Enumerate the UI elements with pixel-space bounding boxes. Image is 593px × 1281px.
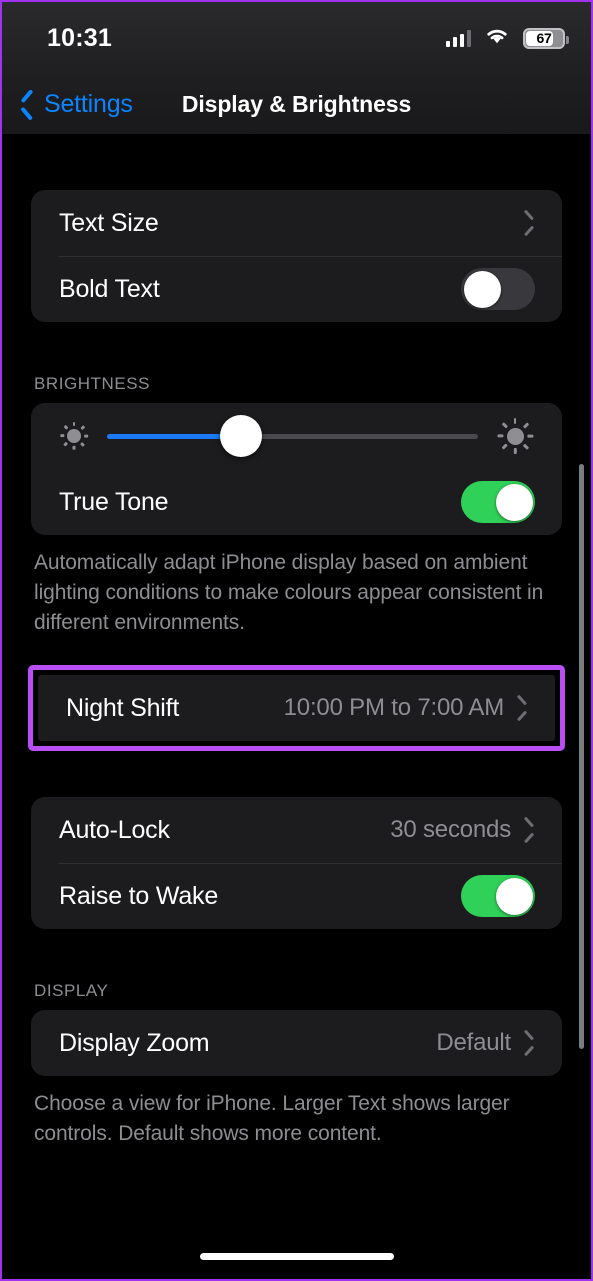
back-button[interactable]: Settings: [19, 90, 133, 119]
row-auto-lock-value: 30 seconds: [390, 816, 511, 844]
row-night-shift-label: Night Shift: [66, 693, 180, 722]
lock-settings-card: Auto-Lock 30 seconds Raise to Wake: [31, 797, 562, 930]
row-display-zoom[interactable]: Display Zoom Default: [31, 1010, 562, 1076]
status-bar-icons: 67: [445, 26, 569, 50]
row-true-tone-label: True Tone: [59, 487, 169, 516]
back-button-label: Settings: [44, 89, 133, 118]
row-true-tone[interactable]: True Tone: [31, 469, 562, 535]
chevron-right-icon: [523, 213, 535, 234]
night-shift-highlight: Night Shift 10:00 PM to 7:00 AM: [28, 665, 565, 752]
row-bold-text-label: Bold Text: [59, 274, 160, 303]
brightness-section-header: BRIGHTNESS: [34, 374, 151, 393]
row-auto-lock-label: Auto-Lock: [59, 815, 170, 844]
display-section-header: DISPLAY: [34, 981, 109, 1001]
row-text-size-label: Text Size: [59, 208, 159, 237]
vertical-scrollbar[interactable]: [579, 464, 584, 1049]
chevron-right-icon: [516, 698, 528, 719]
bold-text-toggle[interactable]: [461, 268, 535, 310]
brightness-card: True Tone: [31, 403, 562, 535]
settings-content: Text Size Bold Text BRIGHTNESS True Tone…: [2, 134, 591, 1279]
brightness-slider-row: [31, 403, 562, 469]
battery-icon: 67: [523, 27, 569, 49]
status-bar-clock: 10:31: [47, 23, 112, 52]
brightness-slider[interactable]: [107, 415, 478, 457]
chevron-right-icon: [523, 1033, 535, 1054]
true-tone-toggle[interactable]: [461, 481, 535, 523]
row-raise-to-wake[interactable]: Raise to Wake: [31, 863, 562, 929]
row-raise-to-wake-label: Raise to Wake: [59, 881, 219, 910]
row-bold-text[interactable]: Bold Text: [31, 256, 562, 322]
text-settings-card: Text Size Bold Text: [31, 190, 562, 322]
iphone-screen: 10:31 67 Settings Display & Brightness T…: [0, 0, 593, 1281]
display-footer-text: Choose a view for iPhone. Larger Text sh…: [34, 1092, 510, 1146]
navigation-bar: Settings Display & Brightness: [2, 74, 591, 134]
wifi-icon: [484, 26, 510, 50]
sun-small-icon: [57, 419, 91, 453]
row-night-shift-value: 10:00 PM to 7:00 AM: [283, 694, 505, 722]
cellular-bars-icon: [445, 29, 471, 47]
brightness-slider-knob[interactable]: [219, 415, 262, 457]
brightness-footer-text: Automatically adapt iPhone display based…: [34, 551, 544, 634]
sun-large-icon: [494, 415, 536, 457]
night-shift-card: Night Shift 10:00 PM to 7:00 AM: [38, 675, 555, 742]
home-indicator[interactable]: [199, 1253, 394, 1260]
row-night-shift[interactable]: Night Shift 10:00 PM to 7:00 AM: [38, 675, 555, 741]
row-auto-lock[interactable]: Auto-Lock 30 seconds: [31, 797, 562, 863]
chevron-right-icon: [523, 820, 535, 841]
row-text-size[interactable]: Text Size: [31, 190, 562, 256]
chevron-left-icon: [19, 91, 34, 117]
battery-percent-label: 67: [536, 30, 552, 46]
status-bar: 10:31 67: [2, 2, 591, 74]
display-card: Display Zoom Default: [31, 1010, 562, 1077]
row-display-zoom-value: Default: [436, 1029, 511, 1057]
raise-to-wake-toggle[interactable]: [461, 875, 535, 918]
row-display-zoom-label: Display Zoom: [59, 1028, 210, 1057]
